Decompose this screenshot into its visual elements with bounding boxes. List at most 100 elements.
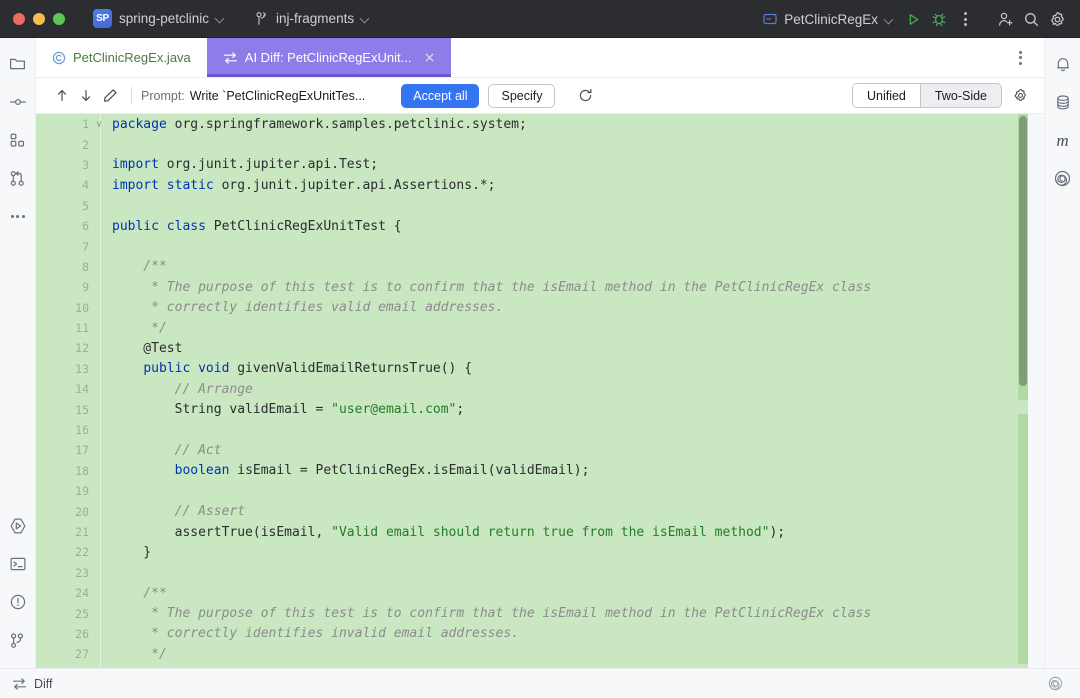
code-line: 9 * The purpose of this test is to confi…	[36, 277, 1028, 297]
code-line: 5	[36, 196, 1028, 216]
code-line: 12 @Test	[36, 338, 1028, 358]
sidebar-item-maven[interactable]: m	[1049, 126, 1077, 154]
code-line: 6 public class PetClinicRegExUnitTest {	[36, 216, 1028, 236]
diff-settings-button[interactable]	[1008, 84, 1032, 108]
project-selector[interactable]: SP spring-petclinic	[87, 7, 231, 31]
sidebar-item-commit[interactable]	[4, 88, 32, 116]
view-mode-two-side[interactable]: Two-Side	[919, 84, 1001, 107]
diff-icon	[12, 677, 27, 691]
sidebar-item-database[interactable]	[1049, 88, 1077, 116]
sidebar-item-version-control[interactable]	[4, 626, 32, 654]
minimize-window-button[interactable]	[33, 12, 45, 25]
sidebar-item-more-tool-windows[interactable]	[4, 202, 32, 230]
branch-name-label: inj-fragments	[276, 11, 355, 26]
code-line: 23	[36, 563, 1028, 583]
sidebar-item-pull-requests[interactable]	[4, 164, 32, 192]
line-number: 7	[82, 239, 89, 254]
line-number: 1	[82, 117, 89, 132]
scrollbar-gutter	[1028, 114, 1044, 668]
left-tool-window-bar	[0, 38, 36, 668]
sidebar-item-structure[interactable]	[4, 126, 32, 154]
prompt-value[interactable]: Write `PetClinicRegExUnitTes...	[190, 89, 366, 103]
line-number: 10	[75, 300, 89, 315]
code-line: 17 // Act	[36, 440, 1028, 460]
run-button[interactable]	[900, 6, 926, 32]
code-text: public class PetClinicRegExUnitTest {	[112, 218, 402, 234]
sidebar-item-project[interactable]	[4, 50, 32, 78]
previous-difference-button[interactable]	[50, 84, 74, 108]
close-window-button[interactable]	[13, 12, 25, 25]
vertical-scrollbar-thumb[interactable]	[1019, 116, 1027, 386]
line-number: 8	[82, 259, 89, 274]
code-line: 3 import org.junit.jupiter.api.Test;	[36, 155, 1028, 175]
run-config-icon	[763, 12, 777, 26]
branch-selector[interactable]: inj-fragments	[249, 7, 376, 31]
java-class-icon	[52, 51, 66, 65]
status-bar-left[interactable]: Diff	[0, 677, 53, 691]
line-number: 13	[75, 361, 89, 376]
tab-ai-diff[interactable]: AI Diff: PetClinicRegExUnit...	[206, 38, 452, 77]
window-controls	[0, 12, 65, 25]
chevron-down-icon	[885, 15, 894, 24]
code-line: 1 ∨ package org.springframework.samples.pe…	[36, 114, 1028, 134]
settings-button[interactable]	[1044, 6, 1070, 32]
code-text: // Assert	[112, 504, 246, 520]
ide-window: SP spring-petclinic inj-fragments PetCli…	[0, 0, 1080, 698]
view-mode-unified[interactable]: Unified	[852, 84, 920, 107]
code-text: assertTrue(isEmail, "Valid email should …	[112, 524, 786, 540]
sidebar-item-run[interactable]	[4, 512, 32, 540]
view-mode-segmented-control: Unified Two-Side	[851, 83, 1002, 108]
line-number: 17	[75, 443, 89, 458]
diff-code-panel[interactable]: 1 ∨ package org.springframework.samples.pe…	[36, 114, 1044, 668]
code-text: import static org.junit.jupiter.api.Asse…	[112, 177, 496, 193]
maximize-window-button[interactable]	[53, 12, 65, 25]
line-number: 11	[75, 321, 89, 336]
status-bar-right	[1042, 671, 1080, 697]
fold-chevron-icon[interactable]: ∨	[92, 119, 106, 130]
more-actions-button[interactable]	[952, 6, 978, 32]
close-icon[interactable]	[424, 52, 435, 63]
code-line: 24 /**	[36, 583, 1028, 603]
diff-toolbar: Prompt: Write `PetClinicRegExUnitTes... …	[36, 78, 1044, 114]
code-text: */	[112, 320, 167, 336]
code-text: * correctly identifies invalid email add…	[112, 626, 519, 642]
tab-overflow-button[interactable]	[1008, 46, 1032, 70]
code-line: 21 assertTrue(isEmail, "Valid email shou…	[36, 522, 1028, 542]
line-number: 9	[82, 280, 89, 295]
sidebar-item-problems[interactable]	[4, 588, 32, 616]
sidebar-item-terminal[interactable]	[4, 550, 32, 578]
accept-all-button[interactable]: Accept all	[401, 83, 480, 108]
edit-prompt-button[interactable]	[98, 84, 122, 108]
right-tool-window-bar: m	[1044, 38, 1080, 668]
ai-assistant-status-button[interactable]	[1042, 671, 1068, 697]
code-line: 16	[36, 420, 1028, 440]
vertical-scrollbar[interactable]	[1018, 114, 1028, 668]
code-text: * correctly identifies valid email addre…	[112, 300, 504, 316]
code-text: String validEmail = "user@email.com";	[112, 402, 465, 418]
code-line: 27 */	[36, 644, 1028, 664]
sidebar-item-ai-assistant[interactable]	[1049, 164, 1077, 192]
line-number: 26	[75, 626, 89, 641]
line-number: 25	[75, 606, 89, 621]
code-text: // Act	[112, 442, 222, 458]
line-number: 24	[75, 586, 89, 601]
add-collaborator-button[interactable]	[992, 6, 1018, 32]
run-config-label: PetClinicRegEx	[784, 11, 878, 27]
editor-tab-bar: PetClinicRegEx.java AI Diff: PetClinicRe…	[36, 38, 1044, 78]
regenerate-button[interactable]	[574, 85, 596, 107]
sidebar-item-notifications[interactable]	[1049, 50, 1077, 78]
next-difference-button[interactable]	[74, 84, 98, 108]
line-number: 21	[75, 525, 89, 539]
view-mode-controls: Unified Two-Side	[851, 83, 1032, 108]
debug-button[interactable]	[926, 6, 952, 32]
code-text: package org.springframework.samples.petc…	[112, 116, 527, 132]
toolbar-divider	[131, 87, 132, 104]
code-line: 8 /**	[36, 257, 1028, 277]
run-configuration-selector[interactable]: PetClinicRegEx	[757, 7, 900, 31]
search-button[interactable]	[1018, 6, 1044, 32]
line-number: 5	[82, 198, 89, 213]
specify-button[interactable]: Specify	[488, 83, 556, 108]
tab-petclinicregex-java[interactable]: PetClinicRegEx.java	[36, 38, 207, 77]
tab-label: AI Diff: PetClinicRegExUnit...	[244, 50, 412, 65]
line-number: 4	[82, 178, 89, 193]
